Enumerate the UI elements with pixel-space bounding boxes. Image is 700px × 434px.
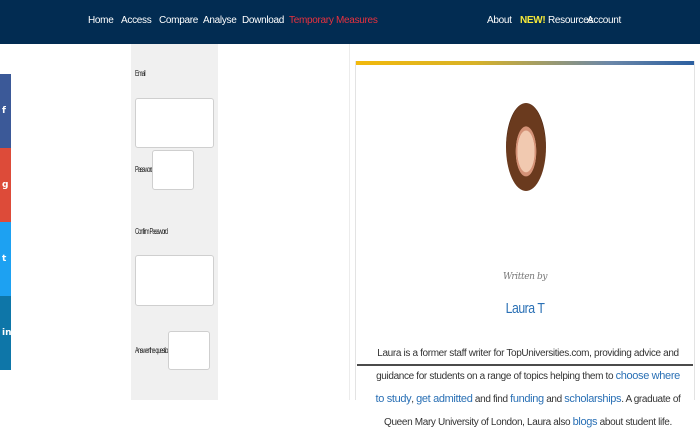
author-name-link[interactable]: Laura T [386, 300, 663, 317]
nav-temporary-measures-link[interactable]: Temporary Measures [289, 15, 378, 26]
password-label: Password [135, 165, 154, 174]
google-plus-icon: g [2, 180, 9, 190]
twitter-share-button[interactable]: t [0, 222, 11, 296]
twitter-icon: t [2, 254, 7, 264]
nav-about-link[interactable]: About [487, 15, 512, 26]
author-avatar [506, 103, 546, 191]
nav-access-link[interactable]: Access [121, 15, 152, 26]
email-label: Email [135, 69, 146, 78]
password-field[interactable] [152, 150, 194, 190]
answer-question-field[interactable] [168, 331, 210, 370]
email-field[interactable] [135, 98, 214, 148]
funding-link[interactable]: funding [510, 393, 544, 405]
nav-analyse-link[interactable]: Analyse [203, 15, 237, 26]
linkedin-icon: in [2, 328, 12, 338]
bio-text: about student life. [597, 417, 673, 428]
new-badge: NEW! [520, 15, 546, 26]
linkedin-share-button[interactable]: in [0, 296, 12, 370]
author-card: Written by Laura T Laura is a former sta… [355, 61, 695, 428]
nav-resources-link[interactable]: NEW! Resources [520, 15, 593, 26]
google-plus-share-button[interactable]: g [0, 148, 11, 222]
card-divider-line [357, 364, 693, 366]
nav-account-link[interactable]: Account [587, 15, 621, 26]
blogs-link[interactable]: blogs [573, 416, 598, 428]
nav-download-link[interactable]: Download [242, 15, 284, 26]
written-by-label: Written by [502, 272, 548, 282]
confirm-password-label: Confirm Password [135, 227, 168, 236]
card-accent-bar [356, 61, 694, 65]
top-navigation-bar: Home Access Compare Analyse Download Tem… [0, 0, 700, 44]
facebook-share-button[interactable]: f [0, 74, 11, 148]
signup-form-column: Email Password Confirm Password Answer t… [131, 44, 218, 400]
nav-home-link[interactable]: Home [88, 15, 114, 26]
answer-question-label: Answer the question [135, 346, 171, 355]
nav-compare-link[interactable]: Compare [159, 15, 198, 26]
get-admitted-link[interactable]: get admitted [416, 393, 473, 405]
column-divider [349, 44, 350, 400]
confirm-password-field[interactable] [135, 255, 214, 306]
facebook-icon: f [2, 106, 6, 116]
scholarships-link[interactable]: scholarships [564, 393, 621, 405]
author-bio: Laura is a former staff writer for TopUn… [372, 343, 684, 434]
